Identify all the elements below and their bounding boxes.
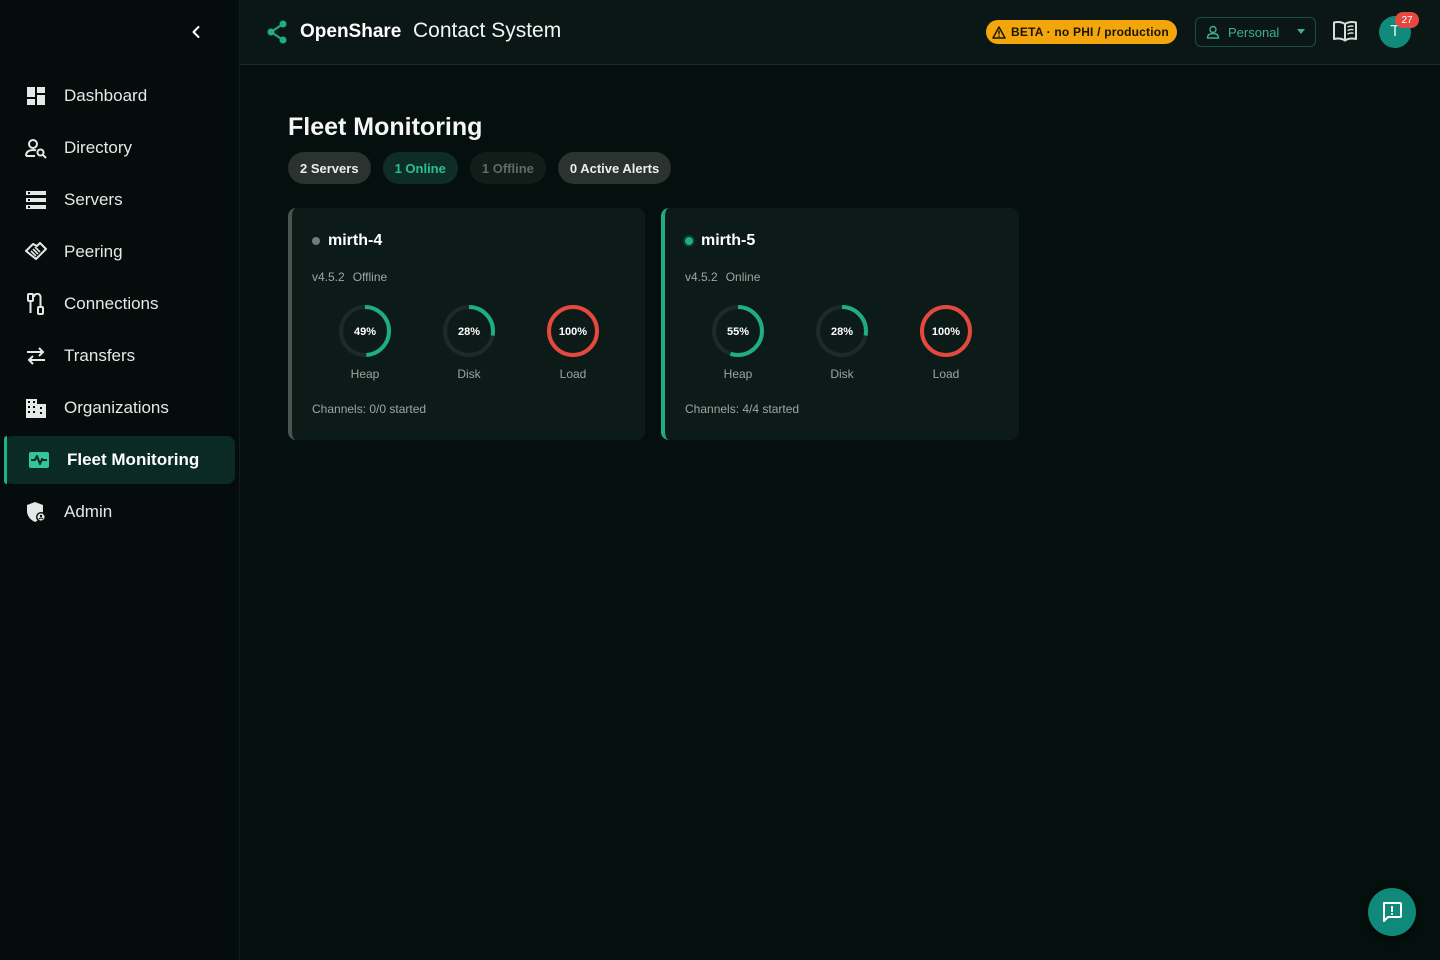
sidebar-item-label: Directory — [64, 138, 133, 157]
heap-gauge-value: 49% — [354, 326, 376, 338]
chevron-left-icon — [192, 26, 200, 38]
sidebar-item-connections[interactable]: Connections — [4, 280, 235, 328]
server-card-header: mirth-5 — [685, 232, 755, 250]
open-book-icon — [1333, 21, 1357, 42]
handshake-icon — [24, 240, 48, 264]
heap-gauge-value: 55% — [727, 326, 749, 338]
sidebar-item-label: Peering — [64, 242, 123, 261]
server-name: mirth-4 — [328, 232, 383, 249]
sidebar: Dashboard Directory Servers Peering Conn… — [0, 0, 240, 960]
feedback-icon — [1383, 902, 1402, 922]
server-name: mirth-5 — [701, 232, 756, 249]
sidebar-item-peering[interactable]: Peering — [4, 228, 235, 276]
load-gauge-ring: 100% — [547, 305, 599, 357]
app-title: Contact System — [413, 19, 562, 42]
server-version: v4.5.2 — [685, 270, 718, 284]
share-logo-icon — [267, 20, 287, 44]
beta-badge: BETA · no PHI / production — [986, 20, 1177, 44]
server-status: Offline — [352, 270, 388, 284]
workspace-label: Personal — [1228, 24, 1280, 40]
channels-status: Channels: 0/0 started — [312, 402, 427, 416]
sidebar-item-directory[interactable]: Directory — [4, 124, 235, 172]
cable-icon — [24, 292, 48, 316]
disk-gauge-value: 28% — [458, 326, 480, 338]
heap-gauge: 55% Heap — [710, 303, 766, 381]
disk-gauge-value: 28% — [831, 326, 853, 338]
active-alerts-pill[interactable]: 0 Active Alerts — [557, 152, 672, 184]
server-meta: v4.5.2 Offline — [312, 270, 387, 284]
person-search-icon — [24, 136, 48, 160]
sidebar-item-label: Transfers — [64, 346, 136, 365]
top-bar: OpenShare Contact System BETA · no PHI /… — [240, 0, 1440, 65]
heap-gauge: 49% Heap — [337, 303, 393, 381]
load-gauge-value: 100% — [932, 326, 960, 338]
sidebar-item-servers[interactable]: Servers — [4, 176, 235, 224]
sidebar-item-label: Servers — [64, 190, 123, 209]
sidebar-item-label: Fleet Monitoring — [67, 450, 200, 469]
brand-name: OpenShare — [300, 21, 402, 42]
channels-status: Channels: 4/4 started — [685, 402, 800, 416]
server-cards: mirth-4 v4.5.2 Offline 49% Heap 28% Disk… — [288, 208, 1035, 440]
sidebar-item-admin[interactable]: Admin — [4, 488, 235, 536]
brand[interactable]: OpenShare — [266, 20, 401, 44]
warning-icon — [992, 25, 1006, 39]
person-icon — [1206, 25, 1220, 39]
sidebar-item-label: Admin — [64, 502, 113, 521]
docs-button[interactable] — [1332, 20, 1358, 44]
beta-badge-text: BETA · no PHI / production — [1011, 25, 1169, 39]
monitor-heart-icon — [27, 448, 51, 472]
server-status: Online — [725, 270, 761, 284]
sidebar-item-label: Connections — [64, 294, 159, 313]
workspace-select[interactable]: Personal — [1195, 17, 1316, 47]
heap-gauge-label: Heap — [350, 367, 380, 381]
disk-gauge-ring: 28% — [816, 305, 868, 357]
heap-gauge-label: Heap — [723, 367, 753, 381]
disk-gauge: 28% Disk — [814, 303, 870, 381]
server-card[interactable]: mirth-5 v4.5.2 Online 55% Heap 28% Disk … — [661, 208, 1019, 440]
server-meta: v4.5.2 Online — [685, 270, 760, 284]
page-title: Fleet Monitoring — [288, 113, 483, 141]
building-icon — [24, 396, 48, 420]
sidebar-nav: Dashboard Directory Servers Peering Conn… — [4, 72, 235, 540]
heap-gauge-ring: 55% — [712, 305, 764, 357]
sidebar-item-transfers[interactable]: Transfers — [4, 332, 235, 380]
disk-gauge-label: Disk — [457, 367, 481, 381]
status-dot-icon — [685, 237, 693, 245]
sidebar-item-dashboard[interactable]: Dashboard — [4, 72, 235, 120]
notification-count-badge[interactable]: 27 — [1395, 12, 1419, 28]
server-version: v4.5.2 — [312, 270, 345, 284]
disk-gauge-label: Disk — [830, 367, 854, 381]
disk-gauge-ring: 28% — [443, 305, 495, 357]
server-card[interactable]: mirth-4 v4.5.2 Offline 49% Heap 28% Disk… — [288, 208, 645, 440]
load-gauge: 100% Load — [918, 303, 974, 381]
sidebar-item-label: Organizations — [64, 398, 169, 417]
caret-down-icon — [1297, 29, 1305, 34]
server-card-header: mirth-4 — [312, 232, 382, 250]
server-gauges: 55% Heap 28% Disk 100% Load — [710, 303, 974, 381]
load-gauge-ring: 100% — [920, 305, 972, 357]
disk-gauge: 28% Disk — [441, 303, 497, 381]
sidebar-item-fleet-monitoring[interactable]: Fleet Monitoring — [4, 436, 235, 484]
load-gauge-label: Load — [932, 367, 960, 381]
swap-arrows-icon — [24, 344, 48, 368]
sidebar-item-organizations[interactable]: Organizations — [4, 384, 235, 432]
status-dot-icon — [312, 237, 320, 245]
server-gauges: 49% Heap 28% Disk 100% Load — [337, 303, 601, 381]
collapse-sidebar-button[interactable] — [184, 20, 208, 44]
sidebar-item-label: Dashboard — [64, 86, 148, 105]
load-gauge: 100% Load — [545, 303, 601, 381]
admin-shield-icon — [24, 500, 48, 524]
heap-gauge-ring: 49% — [339, 305, 391, 357]
offline-count-pill[interactable]: 1 Offline — [469, 152, 546, 184]
summary-pills: 2 Servers 1 Online 1 Offline 0 Active Al… — [288, 152, 683, 184]
load-gauge-label: Load — [559, 367, 587, 381]
servers-icon — [24, 188, 48, 212]
load-gauge-value: 100% — [559, 326, 587, 338]
online-count-pill[interactable]: 1 Online — [382, 152, 458, 184]
servers-count-pill[interactable]: 2 Servers — [288, 152, 371, 184]
dashboard-icon — [24, 84, 48, 108]
feedback-button[interactable] — [1368, 888, 1416, 936]
